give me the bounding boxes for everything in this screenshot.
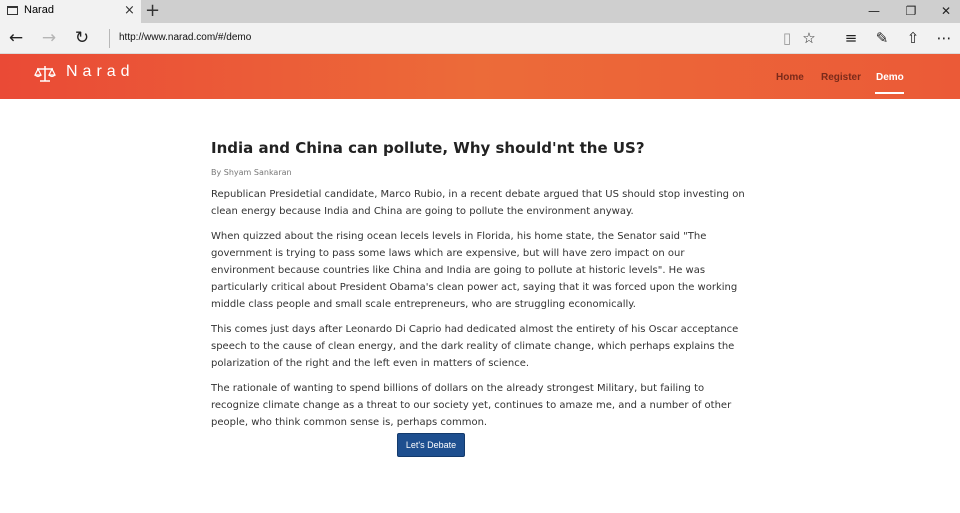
- hub-icon[interactable]: ≡: [841, 29, 861, 47]
- browser-toolbar: ← → ↻ http://www.narad.com/#/demo ▯ ☆ ≡ …: [0, 23, 960, 54]
- browser-tab[interactable]: Narad ×: [0, 0, 141, 23]
- article-title: India and China can pollute, Why should'…: [211, 139, 645, 157]
- article-paragraph: Republican Presidetial candidate, Marco …: [211, 189, 745, 217]
- site-header: Narad Home Register Demo: [0, 54, 960, 99]
- nav-register-link[interactable]: Register: [821, 72, 861, 83]
- refresh-icon[interactable]: ↻: [72, 29, 92, 47]
- new-tab-icon[interactable]: +: [145, 1, 160, 21]
- lets-debate-button[interactable]: Let's Debate: [397, 433, 465, 457]
- back-icon[interactable]: ←: [6, 29, 26, 47]
- close-tab-icon[interactable]: ×: [124, 3, 135, 19]
- nav-demo-link[interactable]: Demo: [876, 72, 904, 83]
- tab-title: Narad: [24, 4, 54, 16]
- article-paragraph: This comes just days after Leonardo Di C…: [211, 324, 739, 369]
- share-icon[interactable]: ⇧: [903, 29, 923, 47]
- nav-home-link[interactable]: Home: [776, 72, 804, 83]
- article: India and China can pollute, Why should'…: [211, 138, 751, 431]
- article-paragraph: When quizzed about the rising ocean lece…: [211, 231, 738, 310]
- reading-view-icon[interactable]: ▯: [777, 29, 797, 47]
- restore-icon[interactable]: ❐: [901, 3, 921, 19]
- scales-logo-icon: [34, 66, 56, 82]
- page-icon: [7, 6, 18, 15]
- address-divider: [109, 29, 110, 48]
- web-note-icon[interactable]: ✎: [872, 29, 892, 47]
- favorite-star-icon[interactable]: ☆: [799, 29, 819, 47]
- debate-button-container: Let's Debate: [397, 433, 465, 457]
- active-nav-indicator: [875, 92, 904, 94]
- article-paragraph: The rationale of wanting to spend billio…: [211, 383, 732, 428]
- minimize-icon[interactable]: —: [864, 3, 884, 19]
- brand-name[interactable]: Narad: [66, 63, 135, 81]
- browser-tab-strip: Narad × + — ❐ ✕: [0, 0, 960, 23]
- article-byline: By Shyam Sankaran: [211, 168, 292, 177]
- more-icon[interactable]: ⋯: [934, 29, 954, 47]
- address-bar[interactable]: http://www.narad.com/#/demo: [119, 32, 251, 43]
- forward-icon[interactable]: →: [39, 29, 59, 47]
- close-window-icon[interactable]: ✕: [936, 3, 956, 19]
